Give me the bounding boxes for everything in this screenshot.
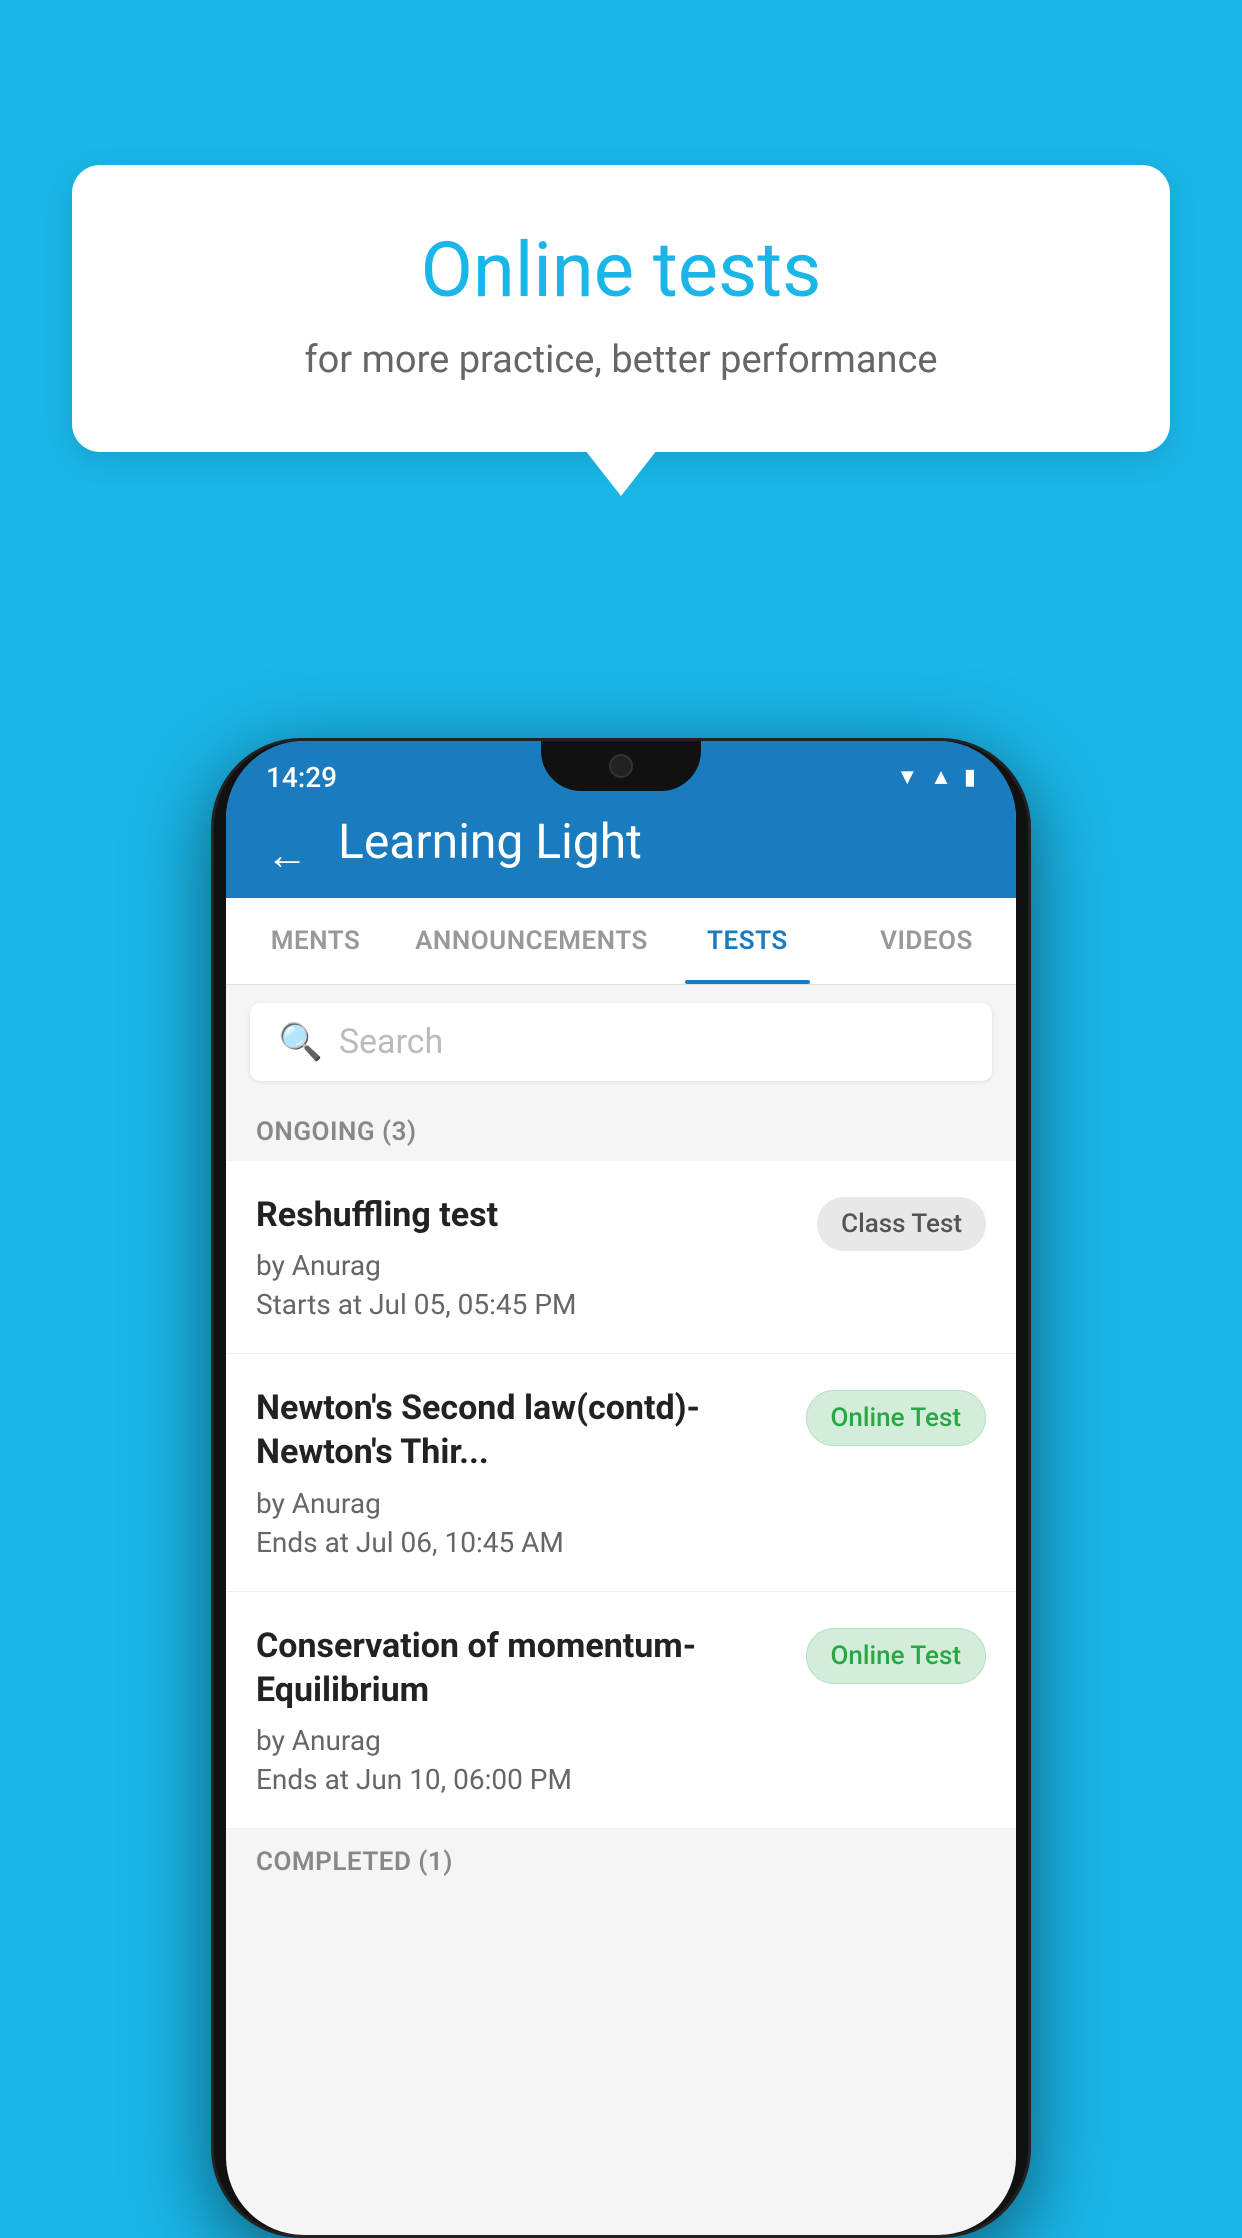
- promo-subtitle: for more practice, better performance: [142, 338, 1100, 382]
- test-badge-3: Online Test: [806, 1628, 987, 1684]
- test-info-1: Reshuffling test by Anurag Starts at Jul…: [256, 1193, 797, 1321]
- completed-section-header: COMPLETED (1): [226, 1829, 1016, 1891]
- battery-icon: ▮: [964, 765, 976, 790]
- test-name-3: Conservation of momentum-Equilibrium: [256, 1624, 786, 1712]
- search-placeholder: Search: [339, 1022, 443, 1062]
- tab-bar: MENTS ANNOUNCEMENTS TESTS VIDEOS: [226, 898, 1016, 985]
- back-button[interactable]: ←: [266, 835, 308, 877]
- test-info-2: Newton's Second law(contd)-Newton's Thir…: [256, 1386, 786, 1558]
- app-title: Learning Light: [338, 813, 642, 898]
- tab-ments[interactable]: MENTS: [226, 898, 405, 984]
- test-badge-2: Online Test: [806, 1390, 987, 1446]
- search-icon: 🔍: [278, 1021, 323, 1063]
- ongoing-section-header: ONGOING (3): [226, 1099, 1016, 1161]
- phone-notch: [541, 741, 701, 791]
- status-icons: ▼ ▲ ▮: [896, 764, 976, 790]
- tab-announcements[interactable]: ANNOUNCEMENTS: [405, 898, 658, 984]
- search-bar[interactable]: 🔍 Search: [250, 1003, 992, 1081]
- test-list: Reshuffling test by Anurag Starts at Jul…: [226, 1161, 1016, 1829]
- test-date-3: Ends at Jun 10, 06:00 PM: [256, 1763, 786, 1796]
- test-item-2[interactable]: Newton's Second law(contd)-Newton's Thir…: [226, 1354, 1016, 1591]
- test-by-1: by Anurag: [256, 1249, 797, 1282]
- test-name-1: Reshuffling test: [256, 1193, 797, 1237]
- test-item-1[interactable]: Reshuffling test by Anurag Starts at Jul…: [226, 1161, 1016, 1354]
- test-date-2: Ends at Jul 06, 10:45 AM: [256, 1526, 786, 1559]
- tab-tests[interactable]: TESTS: [658, 898, 837, 984]
- test-badge-1: Class Test: [817, 1197, 986, 1251]
- test-name-2: Newton's Second law(contd)-Newton's Thir…: [256, 1386, 786, 1474]
- promo-card: Online tests for more practice, better p…: [72, 165, 1170, 452]
- test-by-3: by Anurag: [256, 1724, 786, 1757]
- phone-frame: 14:29 ▼ ▲ ▮ ← Learning Light MENTS ANNOU…: [211, 738, 1031, 2238]
- status-bar: 14:29 ▼ ▲ ▮: [226, 741, 1016, 813]
- phone-screen: 14:29 ▼ ▲ ▮ ← Learning Light MENTS ANNOU…: [226, 741, 1016, 2235]
- status-time: 14:29: [266, 761, 337, 794]
- wifi-icon: ▼: [896, 764, 918, 790]
- signal-icon: ▲: [930, 764, 952, 790]
- test-by-2: by Anurag: [256, 1487, 786, 1520]
- camera-dot: [609, 754, 633, 778]
- tab-videos[interactable]: VIDEOS: [837, 898, 1016, 984]
- test-item-3[interactable]: Conservation of momentum-Equilibrium by …: [226, 1592, 1016, 1829]
- test-info-3: Conservation of momentum-Equilibrium by …: [256, 1624, 786, 1796]
- test-date-1: Starts at Jul 05, 05:45 PM: [256, 1288, 797, 1321]
- promo-title: Online tests: [142, 225, 1100, 316]
